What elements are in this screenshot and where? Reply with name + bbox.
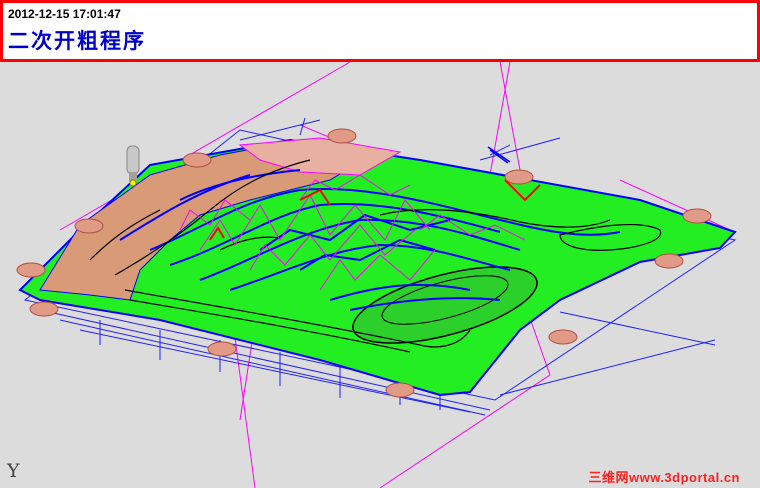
y-axis-label: Y	[7, 460, 20, 482]
watermark: 三维网www.3dportal.cn	[588, 470, 740, 485]
cam-viewport[interactable]	[0, 0, 760, 488]
view-axis-indicator	[487, 146, 511, 164]
